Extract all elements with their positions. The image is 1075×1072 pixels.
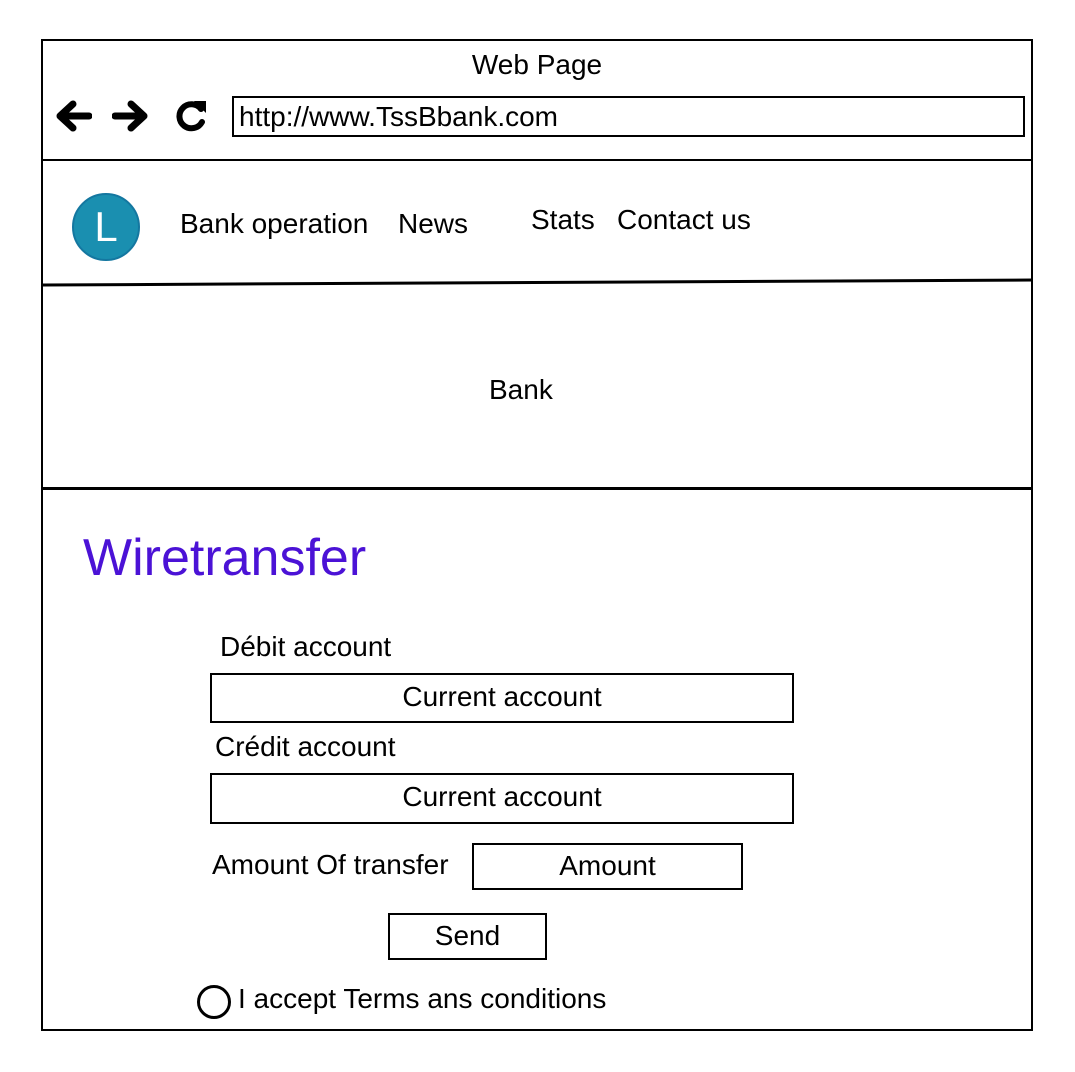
- nav-contact-us[interactable]: Contact us: [617, 204, 751, 236]
- address-bar[interactable]: http://www.TssBbank.com: [232, 96, 1025, 137]
- debit-account-select[interactable]: Current account: [210, 673, 794, 723]
- amount-input[interactable]: Amount: [472, 843, 743, 890]
- terms-label: I accept Terms ans conditions: [238, 983, 607, 1014]
- reload-icon: [172, 97, 210, 140]
- credit-account-select[interactable]: Current account: [210, 773, 794, 824]
- nav-news[interactable]: News: [398, 208, 468, 240]
- terms-radio[interactable]: [197, 985, 231, 1019]
- credit-account-label: Crédit account: [215, 731, 396, 762]
- reload-button[interactable]: [169, 96, 213, 140]
- back-button[interactable]: [51, 96, 95, 140]
- section-title: Wiretransfer: [83, 529, 367, 587]
- header-divider: [43, 278, 1033, 287]
- window-title: Web Page: [471, 49, 603, 80]
- arrow-right-icon: [111, 99, 150, 138]
- hero-divider: [41, 487, 1033, 490]
- hero-text: Bank: [489, 374, 553, 405]
- forward-button[interactable]: [109, 96, 153, 140]
- nav-stats[interactable]: Stats: [531, 204, 595, 236]
- browser-window: Web Page http://www.TssBbank.com L Bank …: [41, 39, 1033, 1031]
- debit-account-label: Débit account: [220, 631, 392, 662]
- arrow-left-icon: [54, 99, 93, 138]
- toolbar-divider: [43, 159, 1031, 161]
- amount-label: Amount Of transfer: [212, 849, 449, 880]
- send-button[interactable]: Send: [388, 913, 547, 960]
- logo[interactable]: L: [72, 193, 140, 261]
- nav-bank-operation[interactable]: Bank operation: [180, 208, 368, 240]
